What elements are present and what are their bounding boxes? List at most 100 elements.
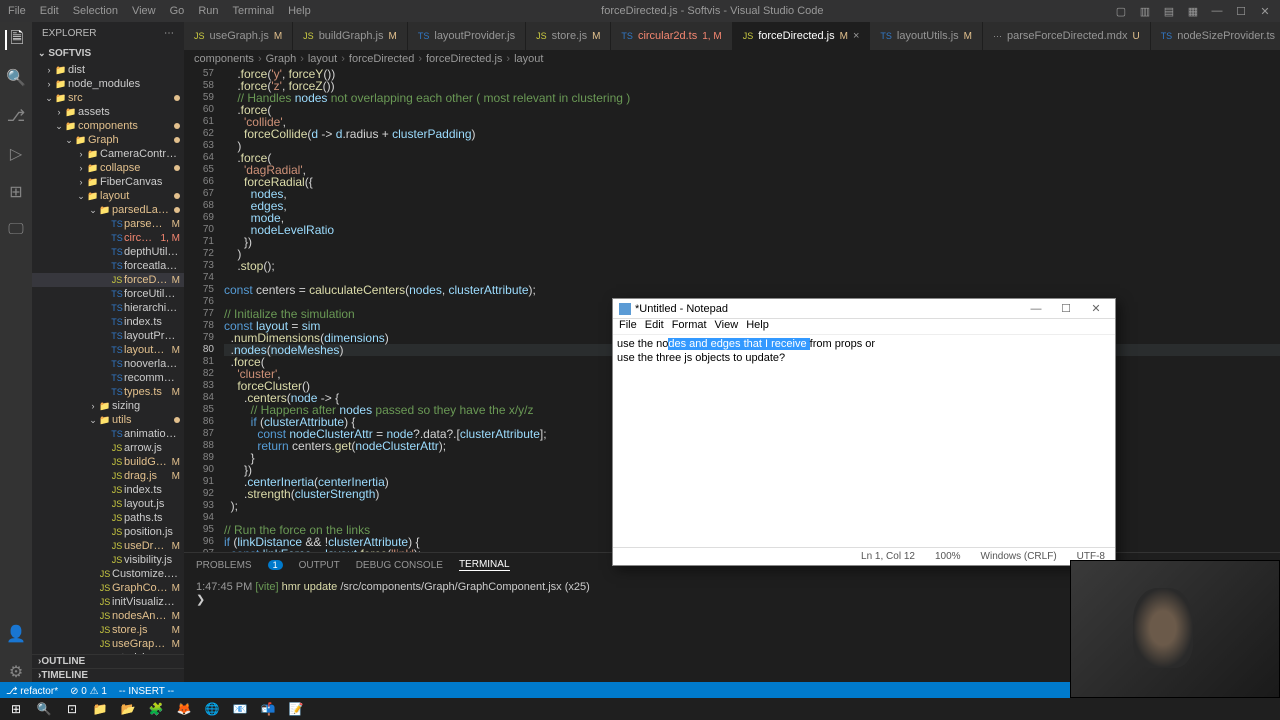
close-icon[interactable]: ✕ bbox=[1258, 4, 1272, 18]
project-name[interactable]: ⌄ SOFTVIS bbox=[32, 46, 184, 61]
notepad-menu-view[interactable]: View bbox=[715, 319, 739, 334]
layout-icon[interactable]: ▦ bbox=[1186, 4, 1200, 18]
search-icon[interactable]: 🔍 bbox=[6, 68, 26, 88]
taskbar-item[interactable]: 📁 bbox=[90, 700, 110, 718]
tree-item[interactable]: ›📁node_modules bbox=[32, 77, 184, 91]
layout-icon[interactable]: ▢ bbox=[1114, 4, 1128, 18]
maximize-icon[interactable]: ☐ bbox=[1234, 4, 1248, 18]
menu-selection[interactable]: Selection bbox=[73, 5, 118, 17]
status-item[interactable]: ⎇ refactor* bbox=[6, 686, 58, 697]
breadcrumb-item[interactable]: Graph bbox=[266, 53, 297, 65]
menu-go[interactable]: Go bbox=[170, 5, 185, 17]
maximize-icon[interactable]: ☐ bbox=[1053, 302, 1079, 315]
status-item[interactable]: -- INSERT -- bbox=[119, 686, 174, 697]
minimize-icon[interactable]: — bbox=[1210, 4, 1224, 18]
settings-gear-icon[interactable]: ⚙ bbox=[6, 662, 26, 682]
tree-item[interactable]: TStypes.tsM bbox=[32, 385, 184, 399]
tree-item[interactable]: TSlayoutUtils.jsM bbox=[32, 343, 184, 357]
debug-icon[interactable]: ▷ bbox=[6, 144, 26, 164]
menu-help[interactable]: Help bbox=[288, 5, 311, 17]
editor-tab[interactable]: JSbuildGraph.jsM bbox=[293, 22, 408, 50]
explorer-icon[interactable]: 🗎 bbox=[5, 30, 25, 50]
notepad-menu-format[interactable]: Format bbox=[672, 319, 707, 334]
minimize-icon[interactable]: — bbox=[1023, 303, 1049, 315]
taskbar-item[interactable]: ⊡ bbox=[62, 700, 82, 718]
tree-item[interactable]: TSindex.ts bbox=[32, 315, 184, 329]
tree-item[interactable]: JSCustomize.jsx bbox=[32, 567, 184, 581]
tree-item[interactable]: TShierarchical.js bbox=[32, 301, 184, 315]
menu-terminal[interactable]: Terminal bbox=[233, 5, 275, 17]
tree-item[interactable]: ›📁sizing bbox=[32, 399, 184, 413]
timeline-section[interactable]: › TIMELINE bbox=[32, 668, 184, 682]
notepad-titlebar[interactable]: *Untitled - Notepad — ☐ ✕ bbox=[613, 299, 1115, 319]
taskbar-item[interactable]: 📝 bbox=[286, 700, 306, 718]
tab-close-icon[interactable]: × bbox=[853, 30, 859, 42]
taskbar-item[interactable]: ⊞ bbox=[6, 700, 26, 718]
menu-run[interactable]: Run bbox=[198, 5, 218, 17]
editor-tab[interactable]: TSlayoutProvider.js bbox=[408, 22, 526, 50]
tree-item[interactable]: TSforceatlas2.js bbox=[32, 259, 184, 273]
tree-item[interactable]: TScircular2d.ts1, M bbox=[32, 231, 184, 245]
tree-item[interactable]: JSindex.ts bbox=[32, 483, 184, 497]
more-icon[interactable]: ⋯ bbox=[164, 28, 174, 39]
editor-tab[interactable]: JSuseGraph.jsM bbox=[184, 22, 293, 50]
layout-icon[interactable]: ▥ bbox=[1138, 4, 1152, 18]
tree-item[interactable]: ›📁FiberCanvas bbox=[32, 175, 184, 189]
layout-icon[interactable]: ▤ bbox=[1162, 4, 1176, 18]
tree-item[interactable]: JSinitVisualization.js bbox=[32, 595, 184, 609]
tree-item[interactable]: JSuseGraph.jsM bbox=[32, 637, 184, 651]
editor-tab[interactable]: ···parseForceDirected.mdxU bbox=[983, 22, 1151, 50]
notepad-menu-edit[interactable]: Edit bbox=[645, 319, 664, 334]
tree-item[interactable]: ⌄📁parsedLayouts bbox=[32, 203, 184, 217]
tree-item[interactable]: TSdepthUtils.js bbox=[32, 245, 184, 259]
notepad-menu-help[interactable]: Help bbox=[746, 319, 769, 334]
tree-item[interactable]: TSanimations.ts bbox=[32, 427, 184, 441]
tree-item[interactable]: JSlayout.js bbox=[32, 497, 184, 511]
tree-item[interactable]: ⌄📁utils bbox=[32, 413, 184, 427]
taskbar-item[interactable]: 🔍 bbox=[34, 700, 54, 718]
breadcrumb-item[interactable]: forceDirected bbox=[349, 53, 414, 65]
taskbar-item[interactable]: 📧 bbox=[230, 700, 250, 718]
accounts-icon[interactable]: 👤 bbox=[6, 624, 26, 644]
status-item[interactable]: ⊘ 0 ⚠ 1 bbox=[70, 686, 107, 697]
breadcrumb-item[interactable]: layout bbox=[514, 53, 543, 65]
remote-icon[interactable]: 🖵 bbox=[6, 220, 26, 240]
notepad-text-area[interactable]: use the nodes and edges that I receive f… bbox=[613, 335, 1115, 547]
panel-tab-output[interactable]: OUTPUT bbox=[299, 560, 340, 571]
tree-item[interactable]: JSforceDirected.jsM bbox=[32, 273, 184, 287]
menu-file[interactable]: File bbox=[8, 5, 26, 17]
panel-tab-problems[interactable]: PROBLEMS bbox=[196, 560, 252, 571]
tree-item[interactable]: JSnodesAndEdges.jsM bbox=[32, 609, 184, 623]
breadcrumb-item[interactable]: layout bbox=[308, 53, 337, 65]
file-tree[interactable]: ›📁dist›📁node_modules⌄📁src›📁assets⌄📁compo… bbox=[32, 63, 184, 654]
extensions-icon[interactable]: ⊞ bbox=[6, 182, 26, 202]
tree-item[interactable]: JSvisibility.js bbox=[32, 553, 184, 567]
tree-item[interactable]: JSGraphComponent.jsxM bbox=[32, 581, 184, 595]
tree-item[interactable]: ›📁assets bbox=[32, 105, 184, 119]
taskbar-item[interactable]: 🌐 bbox=[202, 700, 222, 718]
tree-item[interactable]: TSnooverlap.ts bbox=[32, 357, 184, 371]
tree-item[interactable]: TSrecommender.ts bbox=[32, 371, 184, 385]
tree-item[interactable]: ›📁CameraControls bbox=[32, 147, 184, 161]
breadcrumb-item[interactable]: forceDirected.js bbox=[426, 53, 502, 65]
tree-item[interactable]: JSstore.jsM bbox=[32, 623, 184, 637]
editor-tab[interactable]: TSnodeSizeProvider.ts bbox=[1151, 22, 1280, 50]
editor-tab[interactable]: JSstore.jsM bbox=[526, 22, 611, 50]
close-icon[interactable]: ✕ bbox=[1083, 302, 1109, 315]
tree-item[interactable]: ›📁dist bbox=[32, 63, 184, 77]
breadcrumb-item[interactable]: components bbox=[194, 53, 254, 65]
tree-item[interactable]: ›📁collapse bbox=[32, 161, 184, 175]
tree-item[interactable]: JSarrow.js bbox=[32, 441, 184, 455]
tree-item[interactable]: ⌄📁layout bbox=[32, 189, 184, 203]
source-control-icon[interactable]: ⎇ bbox=[6, 106, 26, 126]
outline-section[interactable]: › OUTLINE bbox=[32, 654, 184, 668]
taskbar-item[interactable]: 📂 bbox=[118, 700, 138, 718]
panel-tab-debug-console[interactable]: DEBUG CONSOLE bbox=[356, 560, 443, 571]
menu-view[interactable]: View bbox=[132, 5, 156, 17]
tree-item[interactable]: JSpaths.ts bbox=[32, 511, 184, 525]
tree-item[interactable]: TSparseForceDirected...M bbox=[32, 217, 184, 231]
tree-item[interactable]: TSlayoutProvider.js bbox=[32, 329, 184, 343]
editor-tab[interactable]: TSlayoutUtils.jsM bbox=[870, 22, 983, 50]
taskbar-item[interactable]: 🧩 bbox=[146, 700, 166, 718]
tree-item[interactable]: TSforceUtils.js bbox=[32, 287, 184, 301]
